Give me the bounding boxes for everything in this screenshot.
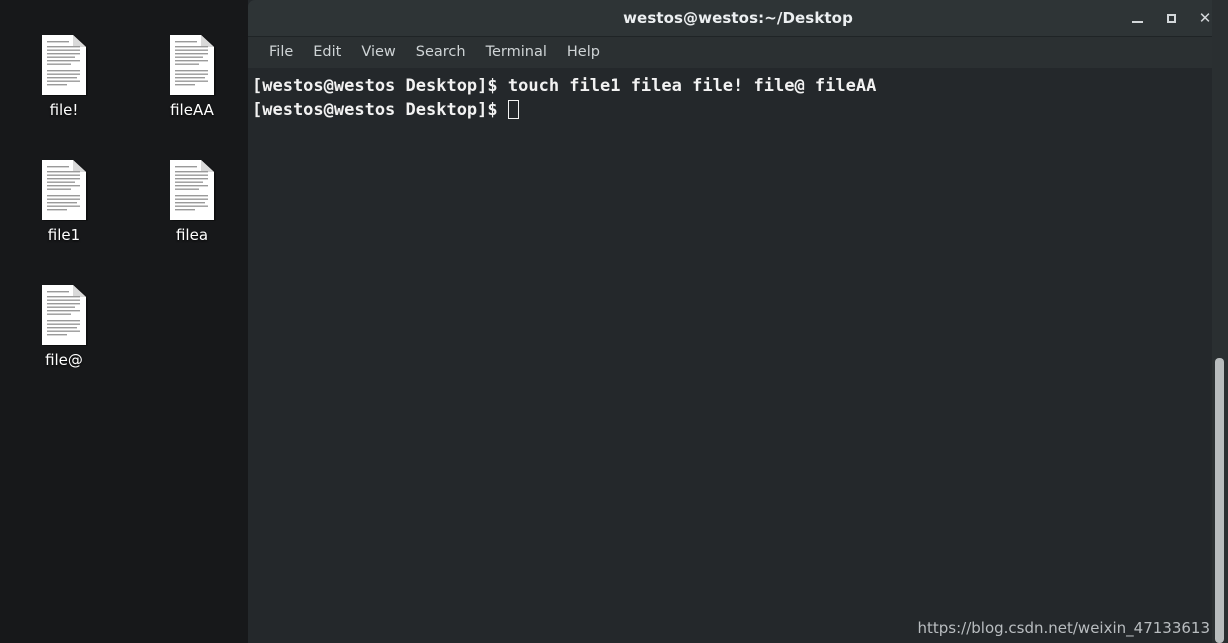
maximize-button[interactable] <box>1154 4 1188 34</box>
document-icon <box>168 34 216 96</box>
shell-command <box>498 100 508 120</box>
menu-item-file[interactable]: File <box>259 41 303 63</box>
scrollbar-thumb[interactable] <box>1215 358 1224 643</box>
desktop-icon-label: filea <box>175 227 209 243</box>
menu-item-search[interactable]: Search <box>406 41 476 63</box>
shell-command: touch file1 filea file! file@ fileAA <box>497 76 877 96</box>
document-icon <box>40 159 88 221</box>
maximize-icon <box>1166 14 1176 23</box>
shell-prompt: [westos@westos Desktop]$ <box>252 76 498 96</box>
menu-item-help[interactable]: Help <box>557 41 610 63</box>
shell-prompt: [westos@westos Desktop]$ <box>252 100 498 120</box>
desktop-icon-file[interactable]: file! <box>12 34 116 118</box>
terminal-output-area[interactable]: [westos@westos Desktop]$ touch file1 fil… <box>248 68 1228 643</box>
window-controls: ✕ <box>1120 0 1222 37</box>
terminal-line: [westos@westos Desktop]$ touch file1 fil… <box>252 74 1228 98</box>
menu-item-edit[interactable]: Edit <box>303 41 351 63</box>
minimize-icon <box>1131 21 1143 23</box>
terminal-menubar: File Edit View Search Terminal Help <box>248 37 1228 68</box>
minimize-button[interactable] <box>1120 4 1154 34</box>
terminal-cursor <box>507 100 519 119</box>
terminal-line: [westos@westos Desktop]$ <box>252 98 1228 122</box>
menu-item-view[interactable]: View <box>351 41 405 63</box>
document-icon <box>40 34 88 96</box>
desktop-icon-label: file1 <box>47 227 81 243</box>
menu-item-terminal[interactable]: Terminal <box>476 41 557 63</box>
desktop-background[interactable]: file! fileAA file1 filea file@ <box>0 0 248 643</box>
desktop-icon-file1[interactable]: file1 <box>12 159 116 243</box>
desktop-icon-label: file! <box>49 102 79 118</box>
watermark-text: https://blog.csdn.net/weixin_47133613 <box>917 619 1210 637</box>
desktop-icon-file[interactable]: file@ <box>12 284 116 368</box>
document-icon <box>40 284 88 346</box>
desktop-icon-fileAA[interactable]: fileAA <box>140 34 244 118</box>
screen: file! fileAA file1 filea file@ westos@we… <box>0 0 1228 643</box>
desktop-icon-label: fileAA <box>170 102 214 118</box>
terminal-titlebar[interactable]: westos@westos:~/Desktop ✕ <box>248 0 1228 37</box>
terminal-window[interactable]: westos@westos:~/Desktop ✕ File Edit View Se… <box>248 0 1228 643</box>
terminal-scrollbar[interactable] <box>1212 0 1228 643</box>
desktop-icon-label: file@ <box>45 352 83 368</box>
close-icon: ✕ <box>1198 9 1212 27</box>
desktop-icon-filea[interactable]: filea <box>140 159 244 243</box>
window-title: westos@westos:~/Desktop <box>623 9 853 27</box>
document-icon <box>168 159 216 221</box>
